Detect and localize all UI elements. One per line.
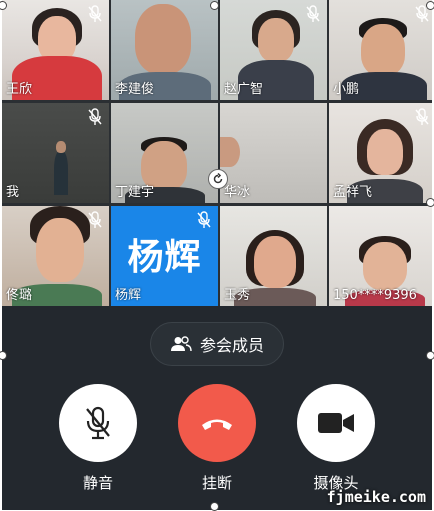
hangup-label: 挂断 bbox=[201, 474, 232, 492]
mute-label: 静音 bbox=[82, 474, 113, 492]
participant-tile-3[interactable]: 赵广智 bbox=[220, 0, 327, 100]
members-label: 参会成员 bbox=[199, 336, 264, 355]
resize-handle[interactable] bbox=[426, 351, 434, 360]
mic-muted-icon bbox=[88, 211, 102, 228]
participant-name: 李建俊 bbox=[115, 82, 155, 97]
hangup-control[interactable]: 挂断 bbox=[177, 384, 257, 493]
participant-tile-2[interactable]: 李建俊 bbox=[111, 0, 218, 100]
video-camera-icon bbox=[318, 413, 354, 433]
resize-handle[interactable] bbox=[426, 198, 434, 207]
mute-button[interactable] bbox=[59, 384, 137, 462]
video-call-screen: 王欣 李建俊 赵广智 小鹏 我 丁建宇 华冰 孟祥飞 佟璐 杨辉 杨辉 玉秀 1… bbox=[2, 0, 432, 510]
participant-tile-7[interactable]: 华冰 bbox=[220, 103, 327, 203]
resize-handle[interactable] bbox=[426, 1, 434, 10]
mic-muted-icon bbox=[306, 5, 320, 22]
members-icon bbox=[170, 336, 192, 352]
mic-off-icon bbox=[86, 406, 110, 440]
watermark: fjmeike.com bbox=[326, 488, 426, 506]
mic-muted-icon bbox=[88, 108, 102, 125]
phone-hangup-icon bbox=[202, 419, 232, 430]
participant-tile-11[interactable]: 玉秀 bbox=[220, 206, 327, 306]
members-button[interactable]: 参会成员 bbox=[150, 322, 284, 366]
participant-name: 玉秀 bbox=[224, 288, 251, 303]
participant-tile-12[interactable]: 150****9396 bbox=[329, 206, 432, 306]
participant-tile-6[interactable]: 丁建宇 bbox=[111, 103, 218, 203]
participant-name: 小鹏 bbox=[333, 82, 360, 97]
participant-name: 赵广智 bbox=[224, 82, 264, 97]
participant-name: 佟璐 bbox=[6, 288, 33, 303]
hangup-button[interactable] bbox=[178, 384, 256, 462]
mic-muted-icon bbox=[415, 108, 429, 125]
avatar-name-text: 杨辉 bbox=[127, 237, 202, 278]
participant-grid: 王欣 李建俊 赵广智 小鹏 我 丁建宇 华冰 孟祥飞 佟璐 杨辉 杨辉 玉秀 1… bbox=[2, 0, 432, 306]
participant-tile-4[interactable]: 小鹏 bbox=[329, 0, 432, 100]
participant-tile-10[interactable]: 杨辉 杨辉 bbox=[111, 206, 218, 306]
mic-muted-icon bbox=[88, 5, 102, 22]
participant-tile-9[interactable]: 佟璐 bbox=[2, 206, 109, 306]
participant-name: 150****9396 bbox=[333, 288, 417, 303]
rotate-icon[interactable] bbox=[208, 169, 228, 189]
participant-tile-5[interactable]: 我 bbox=[2, 103, 109, 203]
participant-name: 王欣 bbox=[6, 82, 33, 97]
mute-control[interactable]: 静音 bbox=[58, 384, 138, 493]
participant-name: 我 bbox=[6, 185, 20, 200]
participant-name: 华冰 bbox=[224, 185, 251, 200]
participant-name: 丁建宇 bbox=[115, 185, 155, 200]
mic-muted-icon bbox=[197, 211, 211, 228]
participant-tile-8[interactable]: 孟祥飞 bbox=[329, 103, 432, 203]
camera-control[interactable]: 摄像头 bbox=[296, 384, 376, 493]
participant-name: 孟祥飞 bbox=[333, 185, 373, 200]
camera-button[interactable] bbox=[297, 384, 375, 462]
participant-tile-1[interactable]: 王欣 bbox=[2, 0, 109, 100]
resize-handle[interactable] bbox=[210, 1, 219, 10]
participant-name: 杨辉 bbox=[115, 288, 142, 303]
